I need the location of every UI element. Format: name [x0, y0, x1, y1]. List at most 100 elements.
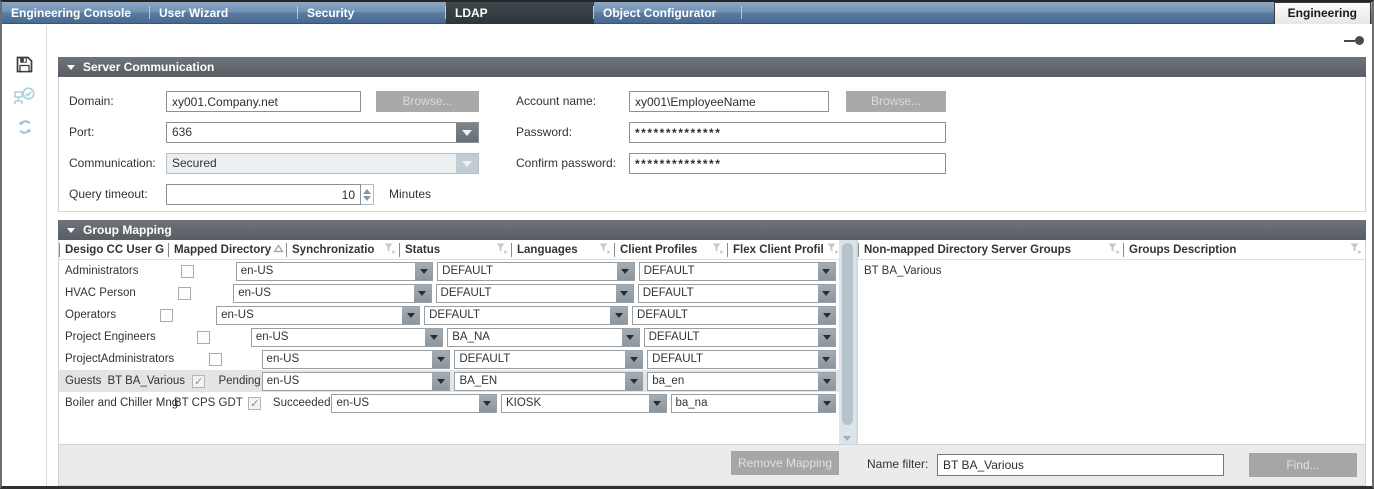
chevron-down-icon[interactable]: [622, 329, 639, 346]
col-non-mapped-groups[interactable]: Non-mapped Directory Server Groups: [858, 240, 1123, 259]
tab-object-configurator[interactable]: Object Configurator: [594, 2, 742, 24]
chevron-down-icon[interactable]: [432, 351, 449, 368]
table-row[interactable]: Guests BT BA_Various Pending en-US BA_EN…: [59, 370, 839, 392]
query-timeout-input[interactable]: [166, 184, 361, 205]
chevron-down-icon[interactable]: [402, 307, 419, 324]
filter-icon[interactable]: [1349, 242, 1362, 257]
flex-client-profile-select[interactable]: DEFAULT: [639, 262, 836, 281]
tab-engineering-console[interactable]: Engineering Console: [2, 2, 150, 24]
filter-icon[interactable]: [711, 242, 724, 257]
language-select[interactable]: en-US: [236, 262, 433, 281]
language-select[interactable]: en-US: [262, 350, 451, 369]
table-row[interactable]: Boiler and Chiller Mng BT CPS GDT Succee…: [59, 392, 839, 414]
flex-client-profile-select[interactable]: ba_na: [671, 394, 837, 413]
group-mapping-header[interactable]: Group Mapping: [58, 220, 1366, 240]
scrollbar-thumb[interactable]: [842, 243, 853, 425]
language-select[interactable]: en-US: [251, 328, 443, 347]
flex-client-profile-select[interactable]: DEFAULT: [638, 284, 836, 303]
chevron-down-icon[interactable]: [625, 351, 642, 368]
col-groups-description[interactable]: Groups Description: [1123, 240, 1365, 259]
filter-icon[interactable]: [826, 242, 839, 257]
client-profile-select[interactable]: BA_NA: [447, 328, 639, 347]
test-connection-button[interactable]: [2, 85, 47, 111]
synchronization-checkbox[interactable]: [197, 331, 210, 344]
chevron-down-icon[interactable]: [616, 285, 633, 302]
remove-mapping-button[interactable]: Remove Mapping: [731, 451, 839, 475]
save-button[interactable]: [2, 53, 47, 79]
synchronization-checkbox[interactable]: [160, 309, 173, 322]
account-browse-button[interactable]: Browse...: [846, 91, 946, 112]
table-row[interactable]: ProjectAdministrators en-US DEFAULT DEFA…: [59, 348, 839, 370]
language-select[interactable]: en-US: [262, 372, 451, 391]
domain-input[interactable]: [166, 91, 361, 112]
account-name-input[interactable]: [629, 91, 829, 112]
col-mapped-directory[interactable]: Mapped Directory: [168, 240, 286, 259]
vertical-scrollbar[interactable]: [839, 240, 856, 444]
flex-client-profile-select[interactable]: ba_en: [647, 372, 836, 391]
synchronization-checkbox[interactable]: [209, 353, 222, 366]
chevron-down-icon[interactable]: [818, 373, 835, 390]
col-synchronization[interactable]: Synchronizatio: [286, 240, 399, 259]
client-profile-select[interactable]: DEFAULT: [454, 350, 643, 369]
chevron-down-icon[interactable]: [818, 263, 835, 280]
flex-client-profile-select[interactable]: DEFAULT: [644, 328, 836, 347]
tab-user-wizard[interactable]: User Wizard: [150, 2, 298, 24]
port-select[interactable]: 636: [166, 122, 479, 143]
chevron-down-icon[interactable]: [425, 329, 442, 346]
chevron-down-icon[interactable]: [415, 263, 432, 280]
col-client-profiles[interactable]: Client Profiles: [614, 240, 727, 259]
confirm-password-input[interactable]: [629, 153, 946, 174]
chevron-down-icon[interactable]: [818, 307, 835, 324]
client-profile-select[interactable]: BA_EN: [454, 372, 643, 391]
spinner-down-icon[interactable]: [363, 196, 371, 201]
tab-security[interactable]: Security: [298, 2, 446, 24]
language-select[interactable]: en-US: [331, 394, 497, 413]
client-profile-select[interactable]: DEFAULT: [424, 306, 628, 325]
client-profile-select[interactable]: DEFAULT: [437, 262, 634, 281]
synchronization-checkbox[interactable]: [248, 397, 261, 410]
language-select[interactable]: en-US: [233, 284, 431, 303]
collapse-pin-icon[interactable]: [1344, 36, 1364, 45]
chevron-down-icon[interactable]: [625, 373, 642, 390]
name-filter-input[interactable]: [937, 454, 1224, 476]
synchronization-checkbox[interactable]: [192, 375, 205, 388]
client-profile-select[interactable]: DEFAULT: [436, 284, 634, 303]
flex-client-profile-select[interactable]: DEFAULT: [647, 350, 836, 369]
chevron-down-icon[interactable]: [610, 307, 627, 324]
client-profile-select[interactable]: KIOSK: [501, 394, 667, 413]
chevron-down-icon[interactable]: [617, 263, 634, 280]
col-languages[interactable]: Languages: [511, 240, 614, 259]
find-button[interactable]: Find...: [1249, 453, 1357, 477]
chevron-down-icon[interactable]: [649, 395, 666, 412]
table-row[interactable]: Operators en-US DEFAULT DEFAULT: [59, 304, 839, 326]
chevron-down-icon[interactable]: [479, 395, 496, 412]
chevron-down-icon[interactable]: [818, 351, 835, 368]
table-row[interactable]: BT BA_Various: [858, 260, 1365, 282]
col-flex-client-profiles[interactable]: Flex Client Profil: [727, 240, 839, 259]
filter-icon[interactable]: [495, 242, 508, 257]
chevron-down-icon[interactable]: [414, 285, 431, 302]
language-select[interactable]: en-US: [216, 306, 420, 325]
synchronization-checkbox[interactable]: [181, 265, 194, 278]
table-row[interactable]: HVAC Person en-US DEFAULT DEFAULT: [59, 282, 839, 304]
col-user-groups[interactable]: Desigo CC User G: [59, 240, 168, 259]
chevron-down-icon[interactable]: [456, 123, 478, 142]
filter-icon[interactable]: [1107, 242, 1120, 257]
communication-select[interactable]: Secured: [166, 153, 479, 174]
filter-icon[interactable]: [383, 242, 396, 257]
chevron-down-icon[interactable]: [818, 395, 835, 412]
chevron-down-icon[interactable]: [818, 285, 835, 302]
spinner-up-icon[interactable]: [363, 189, 371, 194]
filter-icon[interactable]: [598, 242, 611, 257]
tab-ldap[interactable]: LDAP: [446, 2, 594, 24]
chevron-down-icon[interactable]: [818, 329, 835, 346]
refresh-button[interactable]: [2, 115, 47, 141]
server-communication-header[interactable]: Server Communication: [58, 57, 1366, 77]
domain-browse-button[interactable]: Browse...: [376, 91, 479, 112]
password-input[interactable]: [629, 122, 946, 143]
table-row[interactable]: Administrators en-US DEFAULT DEFAULT: [59, 260, 839, 282]
scrollbar-down-arrow-icon[interactable]: [843, 436, 851, 441]
flex-client-profile-select[interactable]: DEFAULT: [632, 306, 836, 325]
chevron-down-icon[interactable]: [432, 373, 449, 390]
table-row[interactable]: Project Engineers en-US BA_NA DEFAULT: [59, 326, 839, 348]
